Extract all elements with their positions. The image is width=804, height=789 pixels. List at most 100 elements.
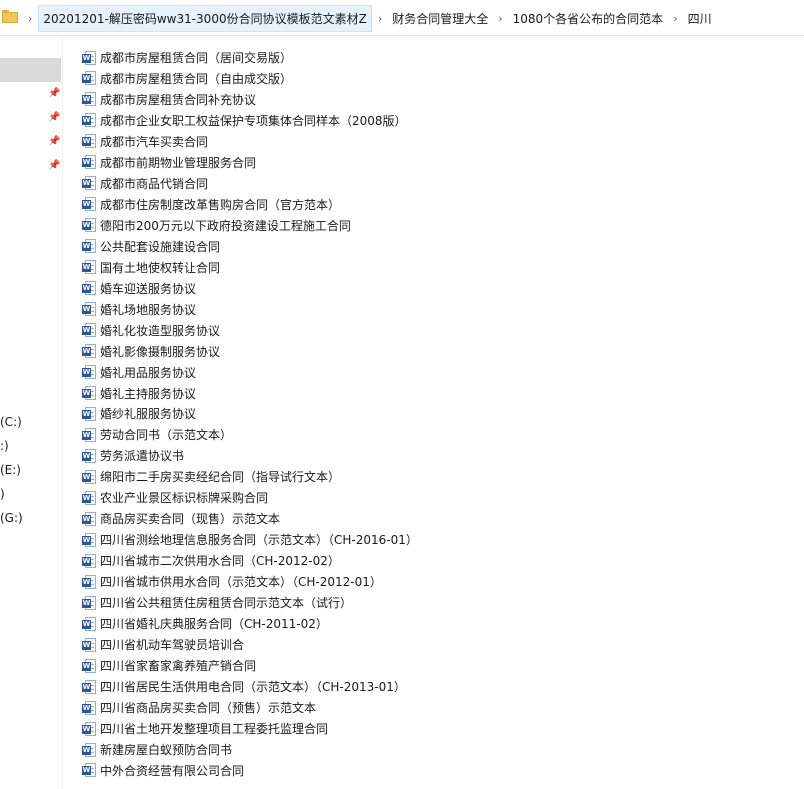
file-list-item[interactable]: W 成都市商品代销合同 bbox=[82, 173, 512, 194]
file-name: 新建房屋白蚁预防合同书 bbox=[100, 743, 233, 757]
file-list-item[interactable]: W 商品房买卖合同（现售）示范文本 bbox=[82, 508, 512, 529]
word-document-icon: W bbox=[82, 532, 96, 548]
file-name: 四川省机动车驾驶员培训合 bbox=[100, 638, 245, 653]
file-name: 婚车迎送服务协议 bbox=[100, 281, 197, 296]
file-list-item[interactable]: W 成都市企业女职工权益保护专项集体合同样本（2008版） bbox=[82, 110, 512, 131]
pin-icon: 📌 bbox=[48, 160, 61, 171]
word-document-icon: W bbox=[82, 364, 96, 380]
word-document-icon: W bbox=[82, 322, 96, 338]
word-document-icon: W bbox=[82, 553, 96, 569]
breadcrumb-item[interactable]: 财务合同管理大全 bbox=[388, 6, 492, 31]
file-name: 成都市住房制度改革售购房合同（官方范本） bbox=[100, 197, 341, 212]
file-list-item[interactable]: W 四川省城市供用水合同（示范文本）（CH-2012-01） bbox=[82, 571, 512, 592]
file-list-item[interactable]: W 劳务派遣协议书 bbox=[82, 445, 512, 466]
file-name: 婚礼主持服务协议 bbox=[100, 386, 197, 401]
word-document-icon: W bbox=[82, 50, 96, 66]
word-document-icon: W bbox=[82, 658, 96, 674]
word-document-icon: W bbox=[82, 70, 96, 86]
file-list-item[interactable]: W 绵阳市二手房买卖经纪合同（指导试行文本） bbox=[82, 466, 512, 487]
file-list-item[interactable]: W 中外合资经营有限公司合同 bbox=[82, 760, 512, 781]
file-list-item[interactable]: W 农业产业景区标识标牌采购合同 bbox=[82, 487, 512, 508]
file-name: 成都市房屋租赁合同（自由成交版） bbox=[100, 71, 293, 86]
file-name: 婚礼化妆造型服务协议 bbox=[100, 323, 221, 338]
file-list-item[interactable]: W 公共配套设施建设合同 bbox=[82, 236, 512, 257]
file-name: 四川省家畜家禽养殖产销合同 bbox=[100, 659, 257, 674]
file-list-item[interactable]: W 四川省土地开发整理项目工程委托监理合同 bbox=[82, 718, 512, 739]
file-list-item[interactable]: W 四川省商品房买卖合同（预售）示范文本 bbox=[82, 697, 512, 718]
file-name: 四川省测绘地理信息服务合同（示范文本）（CH-2016-01） bbox=[100, 533, 418, 548]
file-list-item[interactable]: W 婚纱礼服服务协议 bbox=[82, 403, 512, 424]
file-name: 成都市企业女职工权益保护专项集体合同样本（2008版） bbox=[100, 113, 407, 128]
file-name: 劳务派遣协议书 bbox=[100, 449, 185, 464]
file-list-item[interactable]: W 四川省公共租赁住房租赁合同示范文本（试行） bbox=[82, 592, 512, 613]
nav-drive-item[interactable]: :) bbox=[0, 439, 9, 453]
file-name: 公共配套设施建设合同 bbox=[100, 239, 221, 254]
chevron-right-icon[interactable]: › bbox=[28, 12, 32, 25]
file-name: 成都市房屋租赁合同（居间交易版） bbox=[100, 51, 293, 65]
file-name: 农业产业景区标识标牌采购合同 bbox=[100, 491, 269, 506]
file-list-item[interactable]: W 国有土地使权转让合同 bbox=[82, 257, 512, 278]
nav-drive-item[interactable]: (E:) bbox=[0, 463, 21, 477]
file-list-item[interactable]: W 德阳市200万元以下政府投资建设工程施工合同 bbox=[82, 215, 512, 236]
file-name: 婚纱礼服服务协议 bbox=[100, 407, 197, 422]
file-list-item[interactable]: W 四川省家畜家禽养殖产销合同 bbox=[82, 655, 512, 676]
file-list-item[interactable]: W 成都市汽车买卖合同 bbox=[82, 131, 512, 152]
file-name: 四川省土地开发整理项目工程委托监理合同 bbox=[100, 722, 329, 737]
file-list-item[interactable]: W 成都市前期物业管理服务合同 bbox=[82, 152, 512, 173]
file-name: 成都市商品代销合同 bbox=[100, 176, 209, 191]
file-name: 四川省城市供用水合同（示范文本）（CH-2012-01） bbox=[100, 575, 382, 590]
file-list-item[interactable]: W 新建房屋白蚁预防合同书 bbox=[82, 739, 512, 760]
word-document-icon: W bbox=[82, 112, 96, 128]
pin-icon: 📌 bbox=[48, 88, 61, 99]
file-list-item[interactable]: W 婚礼主持服务协议 bbox=[82, 383, 512, 404]
word-document-icon: W bbox=[82, 406, 96, 422]
file-list-item[interactable]: W 婚礼场地服务协议 bbox=[82, 299, 512, 320]
file-name: 四川省商品房买卖合同（预售）示范文本 bbox=[100, 701, 317, 716]
file-list-item[interactable]: W 成都市住房制度改革售购房合同（官方范本） bbox=[82, 194, 512, 215]
address-bar[interactable]: › 20201201-解压密码ww31-3000份合同协议模板范文素材Z › 财… bbox=[0, 0, 804, 36]
nav-drive-item[interactable]: (G:) bbox=[0, 511, 23, 525]
file-list-item[interactable]: W 婚礼化妆造型服务协议 bbox=[82, 320, 512, 341]
word-document-icon: W bbox=[82, 721, 96, 737]
file-list-item[interactable]: W 四川省城市二次供用水合同（CH-2012-02） bbox=[82, 550, 512, 571]
file-name: 成都市房屋租赁合同补充协议 bbox=[100, 92, 257, 107]
file-name: 四川省婚礼庆典服务合同（CH-2011-02） bbox=[100, 617, 328, 632]
file-list-item[interactable]: W 婚礼影像摄制服务协议 bbox=[82, 341, 512, 362]
file-name: 商品房买卖合同（现售）示范文本 bbox=[100, 512, 281, 527]
file-name: 绵阳市二手房买卖经纪合同（指导试行文本） bbox=[100, 470, 341, 485]
word-document-icon: W bbox=[82, 385, 96, 401]
file-list-item[interactable]: W 四川省居民生活供用电合同（示范文本）（CH-2013-01） bbox=[82, 676, 512, 697]
breadcrumb-item[interactable]: 四川 bbox=[684, 6, 716, 31]
word-document-icon: W bbox=[82, 679, 96, 695]
nav-selected-item[interactable] bbox=[0, 58, 61, 82]
word-document-icon: W bbox=[82, 259, 96, 275]
word-document-icon: W bbox=[82, 762, 96, 778]
file-name: 婚礼用品服务协议 bbox=[100, 365, 197, 380]
chevron-right-icon[interactable]: › bbox=[498, 12, 502, 25]
pin-icon: 📌 bbox=[48, 112, 61, 123]
word-document-icon: W bbox=[82, 217, 96, 233]
chevron-right-icon[interactable]: › bbox=[673, 12, 677, 25]
file-list-item[interactable]: W 婚礼用品服务协议 bbox=[82, 362, 512, 383]
breadcrumb-item[interactable]: 20201201-解压密码ww31-3000份合同协议模板范文素材Z bbox=[38, 4, 372, 32]
chevron-right-icon[interactable]: › bbox=[378, 12, 382, 25]
file-list-item[interactable]: W 成都市房屋租赁合同（居间交易版） bbox=[82, 47, 512, 68]
file-list-item[interactable]: W 劳动合同书（示范文本） bbox=[82, 424, 512, 445]
file-name: 中外合资经营有限公司合同 bbox=[100, 763, 245, 778]
file-name: 德阳市200万元以下政府投资建设工程施工合同 bbox=[100, 218, 351, 233]
file-list-item[interactable]: W 四川省婚礼庆典服务合同（CH-2011-02） bbox=[82, 613, 512, 634]
breadcrumb-item[interactable]: 1080个各省公布的合同范本 bbox=[509, 6, 668, 31]
file-list-item[interactable]: W 成都市房屋租赁合同（自由成交版） bbox=[82, 68, 512, 89]
file-list-item[interactable]: W 婚车迎送服务协议 bbox=[82, 278, 512, 299]
word-document-icon: W bbox=[82, 133, 96, 149]
nav-drive-item[interactable]: ) bbox=[0, 487, 5, 501]
file-list-item[interactable]: W 成都市房屋租赁合同补充协议 bbox=[82, 89, 512, 110]
word-document-icon: W bbox=[82, 91, 96, 107]
word-document-icon: W bbox=[82, 238, 96, 254]
file-list-item[interactable]: W 四川省机动车驾驶员培训合 bbox=[82, 634, 512, 655]
file-name: 成都市汽车买卖合同 bbox=[100, 134, 209, 149]
file-name: 婚礼影像摄制服务协议 bbox=[100, 344, 221, 359]
nav-drive-item[interactable]: (C:) bbox=[0, 415, 22, 429]
file-list-item[interactable]: W 四川省测绘地理信息服务合同（示范文本）（CH-2016-01） bbox=[82, 529, 512, 550]
word-document-icon: W bbox=[82, 637, 96, 653]
